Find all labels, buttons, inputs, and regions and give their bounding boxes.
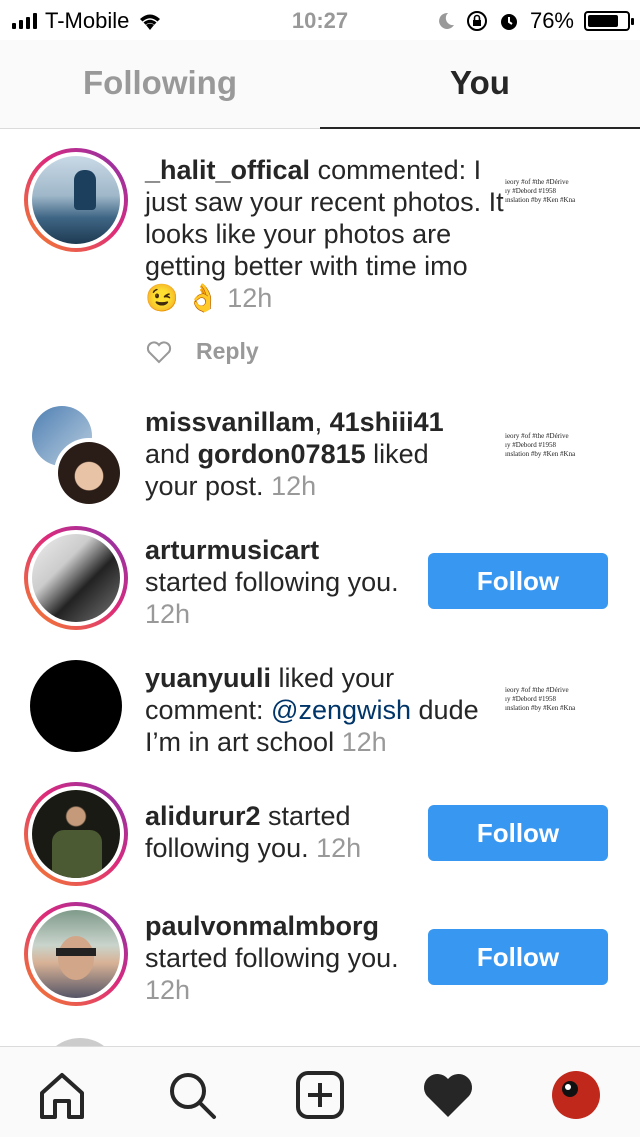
username[interactable]: yuanyuuli <box>145 663 271 693</box>
follow-button[interactable]: Follow <box>428 929 608 985</box>
follow-button[interactable]: Follow <box>428 553 608 609</box>
username[interactable]: arturmusicart <box>145 535 319 565</box>
notification-text: arturmusicart started following you. 12h <box>145 535 399 629</box>
reply-button[interactable]: Reply <box>196 338 259 365</box>
notification-item[interactable]: alidurur2 started following you. 12h Fol… <box>0 780 640 890</box>
home-icon[interactable] <box>32 1065 92 1125</box>
emoji: 😉 👌 <box>145 283 220 313</box>
timestamp: 12h <box>341 727 387 757</box>
rotation-lock-icon <box>466 11 487 31</box>
notification-item[interactable]: _halit_offical commented: I just saw you… <box>0 130 640 380</box>
post-thumbnail[interactable]: ieory #of #the #Dérive ıy #Debord #1958 … <box>505 178 615 218</box>
activity-tabs: Following You <box>0 40 640 129</box>
username[interactable]: alidurur2 <box>145 801 261 831</box>
battery-percent: 76% <box>529 8 574 33</box>
status-bar: T-Mobile 10:27 76% <box>0 0 640 40</box>
post-thumbnail[interactable]: ieory #of #the #Dérive ıy #Debord #1958 … <box>505 432 615 472</box>
profile-avatar-icon[interactable] <box>546 1065 606 1125</box>
avatar-stack[interactable] <box>30 404 130 508</box>
avatar[interactable] <box>24 148 128 252</box>
timestamp: 12h <box>271 471 317 501</box>
notification-item[interactable]: yuanyuuli liked your comment: @zengwish … <box>0 650 640 770</box>
post-thumbnail[interactable]: ieory #of #the #Dérive ıy #Debord #1958 … <box>505 686 615 726</box>
alarm-icon <box>500 14 517 30</box>
timestamp: 12h <box>316 833 362 863</box>
follow-button[interactable]: Follow <box>428 805 608 861</box>
timestamp: 12h <box>145 599 191 629</box>
moon-icon <box>439 12 454 29</box>
notification-item[interactable]: arturmusicart started following you. 12h… <box>0 520 640 640</box>
tab-following[interactable]: Following <box>0 40 320 128</box>
timestamp: 12h <box>227 283 273 313</box>
avatar[interactable] <box>24 782 128 886</box>
notification-text: paulvonmalmborg started following you. 1… <box>145 911 399 1005</box>
tab-you[interactable]: You <box>320 40 640 129</box>
username[interactable]: missvanillam <box>145 407 315 437</box>
mention-link[interactable]: @zengwish <box>271 695 411 725</box>
username[interactable]: gordon07815 <box>198 439 366 469</box>
avatar[interactable] <box>24 526 128 630</box>
notification-text: missvanillam, 41shiii41 and gordon07815 … <box>145 407 444 501</box>
battery-icon <box>584 11 634 31</box>
heart-outline-icon[interactable] <box>146 340 172 364</box>
username[interactable]: _halit_offical <box>145 155 310 185</box>
bottom-nav <box>0 1046 640 1137</box>
notification-item[interactable]: missvanillam, 41shiii41 and gordon07815 … <box>0 392 640 508</box>
notification-text: yuanyuuli liked your comment: @zengwish … <box>145 663 479 757</box>
add-post-icon[interactable] <box>290 1065 350 1125</box>
username[interactable]: paulvonmalmborg <box>145 911 379 941</box>
avatar[interactable] <box>24 902 128 1006</box>
timestamp: 12h <box>145 975 191 1005</box>
search-icon[interactable] <box>162 1065 222 1125</box>
username[interactable]: 41shiii41 <box>330 407 444 437</box>
activity-heart-icon[interactable] <box>418 1065 478 1125</box>
notification-item[interactable]: paulvonmalmborg started following you. 1… <box>0 900 640 1020</box>
notification-text: alidurur2 started following you. 12h <box>145 801 362 863</box>
notification-text: _halit_offical commented: I just saw you… <box>145 155 504 313</box>
avatar[interactable] <box>30 660 122 752</box>
